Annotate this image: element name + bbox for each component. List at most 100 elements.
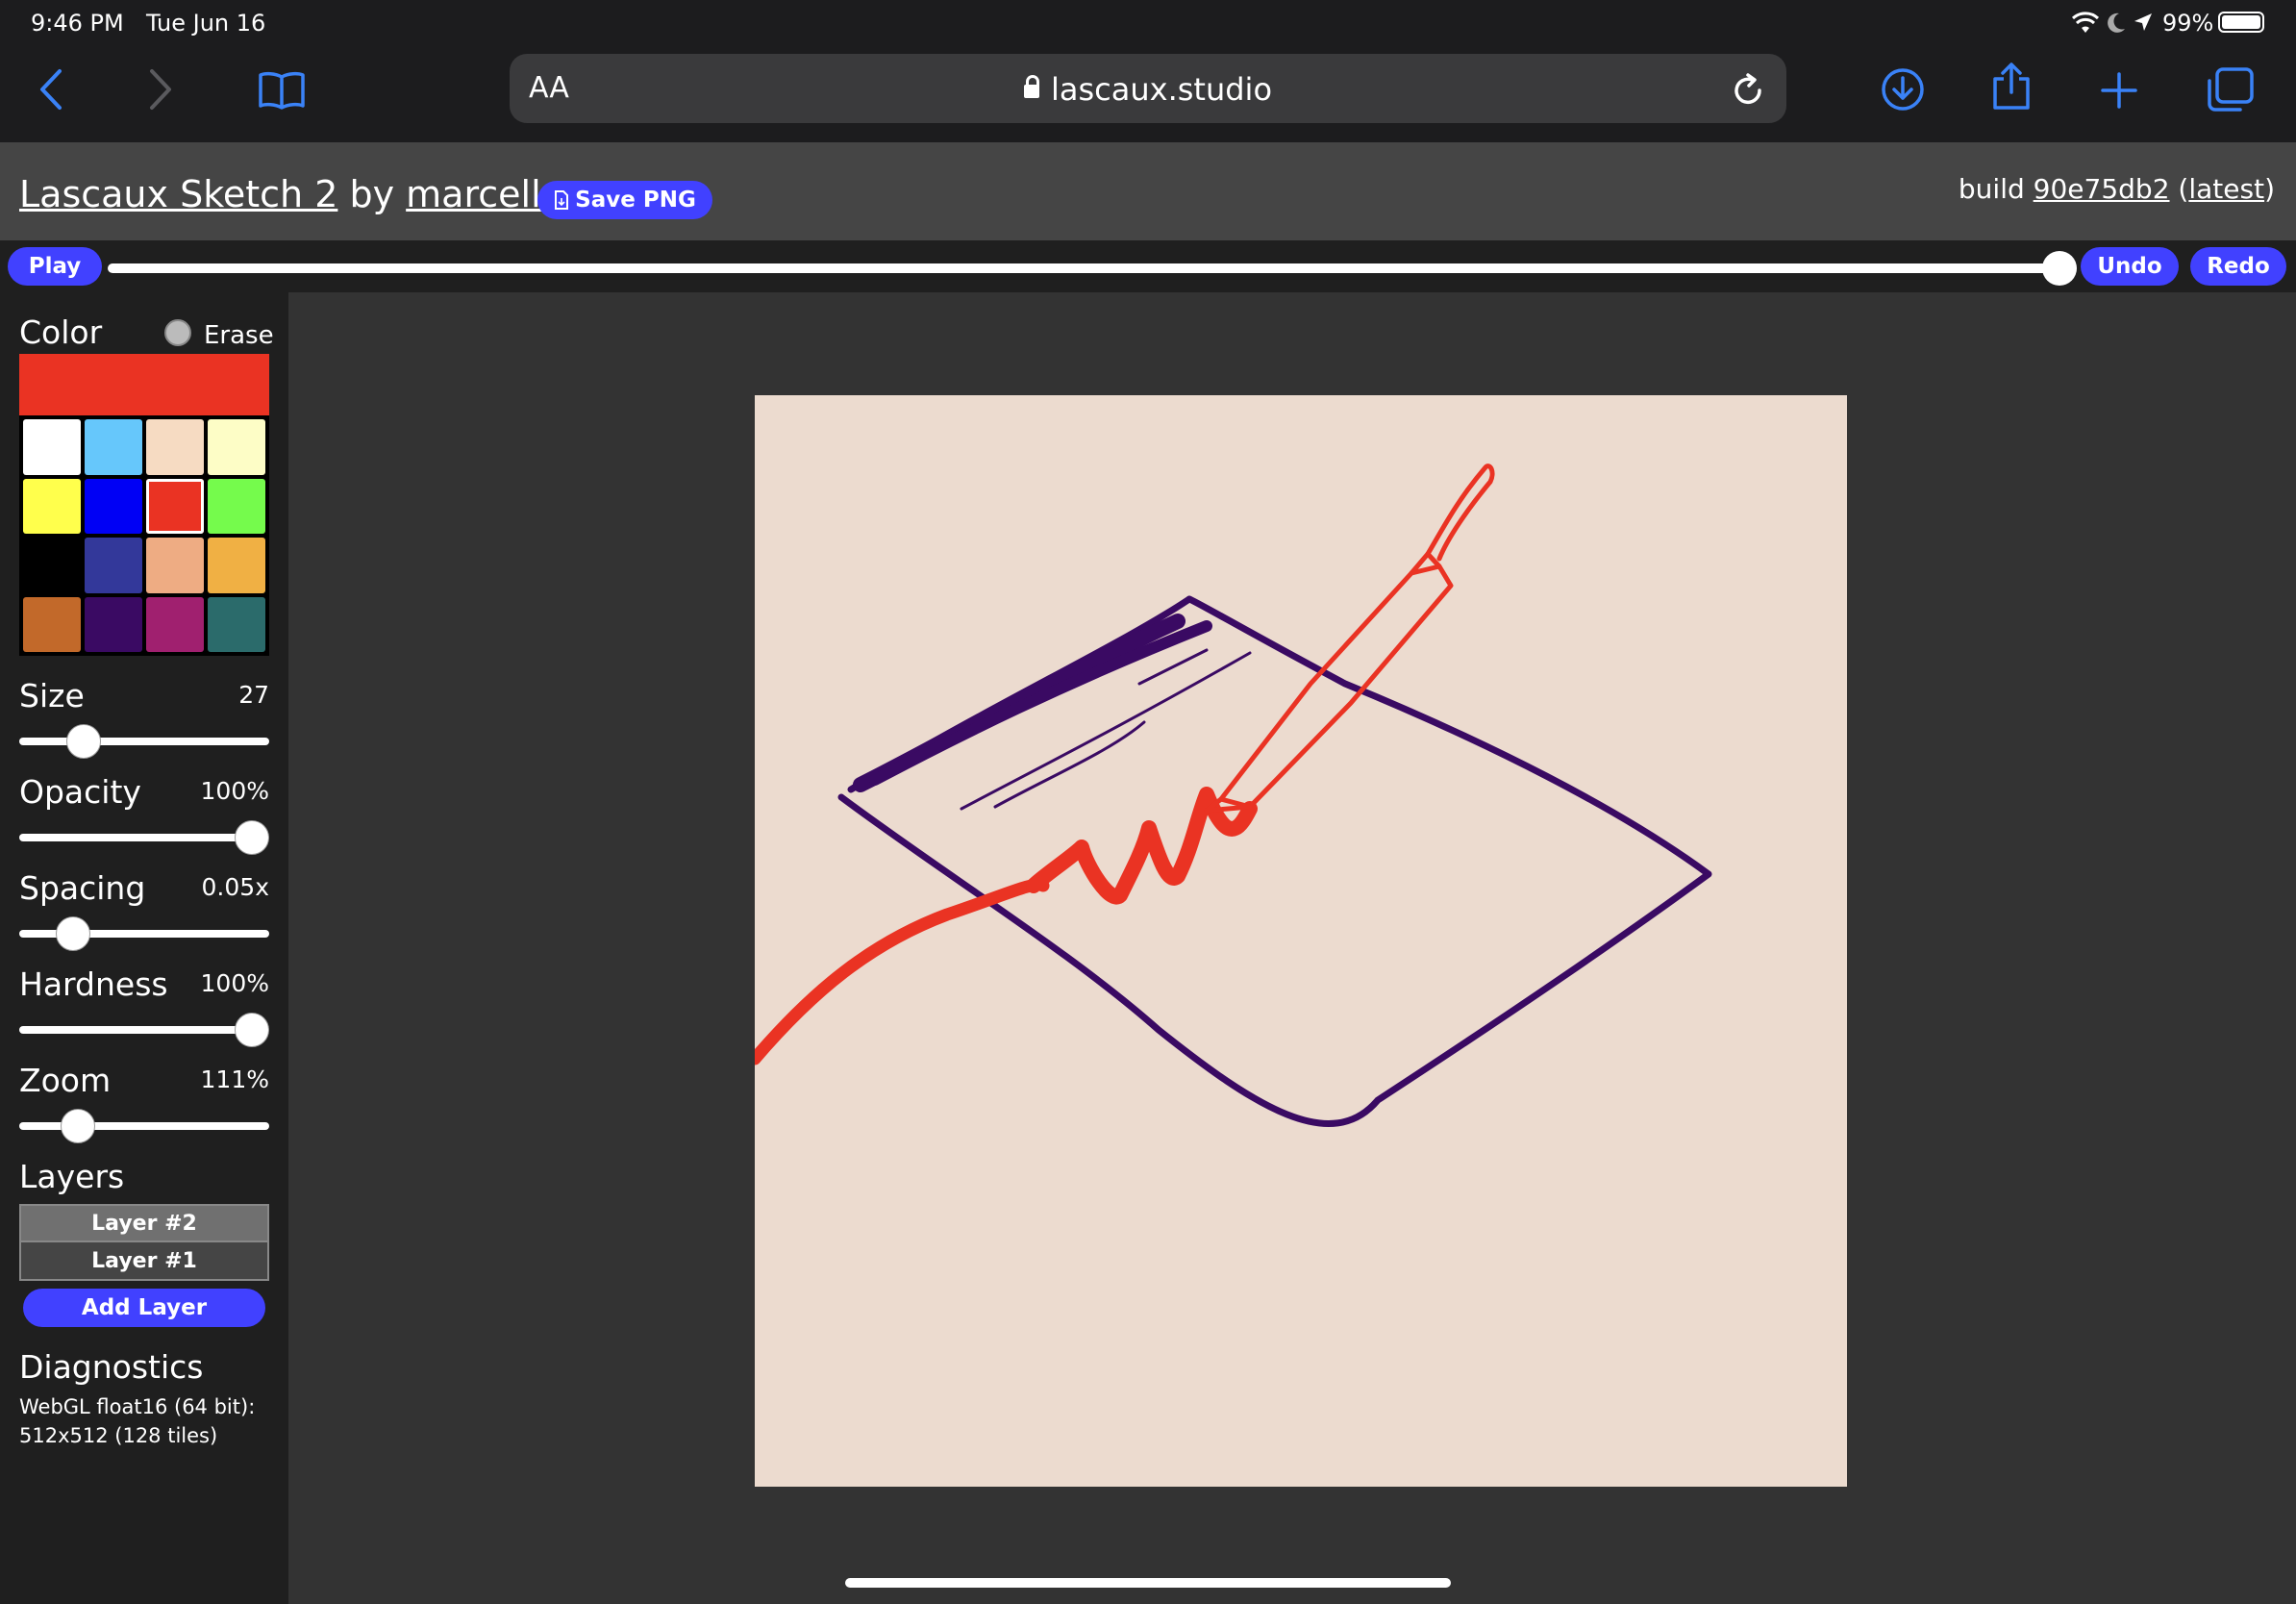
- color-swatch[interactable]: [146, 538, 204, 593]
- hardness-label: Hardness: [19, 965, 168, 1003]
- play-button[interactable]: Play: [8, 247, 102, 286]
- color-swatch[interactable]: [146, 596, 204, 652]
- build-hash-link[interactable]: 90e75db2: [2034, 173, 2170, 205]
- home-indicator: [845, 1578, 1451, 1588]
- opacity-label: Opacity: [19, 773, 141, 811]
- battery-percent: 99%: [2162, 10, 2214, 37]
- color-swatch[interactable]: [208, 419, 265, 475]
- redo-button[interactable]: Redo: [2190, 247, 2286, 286]
- erase-label: Erase: [204, 321, 274, 350]
- save-png-label: Save PNG: [575, 188, 696, 213]
- address-bar[interactable]: AA lascaux.studio: [510, 54, 1786, 123]
- color-label: Color: [19, 313, 103, 351]
- tabs-icon[interactable]: [2206, 65, 2256, 113]
- zoom-slider-knob[interactable]: [60, 1109, 95, 1143]
- reload-icon[interactable]: [1731, 73, 1765, 108]
- size-slider-knob[interactable]: [66, 724, 102, 759]
- zoom-value: 111%: [200, 1065, 269, 1093]
- battery-icon: [2218, 12, 2264, 33]
- url-text: lascaux.studio: [1050, 71, 1273, 108]
- status-bar: 9:46 PM Tue Jun 16 99%: [0, 0, 2296, 46]
- color-swatch[interactable]: [23, 596, 81, 652]
- app-title-link[interactable]: Lascaux Sketch 2: [19, 173, 337, 215]
- browser-toolbar: AA lascaux.studio: [0, 46, 2296, 142]
- color-swatch[interactable]: [23, 538, 81, 593]
- app-header: Lascaux Sketch 2 by marcello Save PNG bu…: [0, 142, 2296, 240]
- sketch-hatch-stroke: [960, 651, 1252, 811]
- color-swatch[interactable]: [85, 419, 142, 475]
- color-swatch[interactable]: [208, 538, 265, 593]
- page-title: Lascaux Sketch 2 by marcello: [19, 173, 563, 215]
- url-display: lascaux.studio: [510, 71, 1786, 108]
- status-time: 9:46 PM: [31, 10, 124, 37]
- download-icon[interactable]: [1881, 67, 1925, 112]
- build-prefix: build: [1958, 173, 2034, 205]
- color-swatch[interactable]: [85, 478, 142, 534]
- lock-icon: [1023, 75, 1039, 98]
- undo-label: Undo: [2097, 254, 2162, 279]
- hardness-slider-knob[interactable]: [235, 1013, 269, 1047]
- color-swatch[interactable]: [208, 596, 265, 652]
- layer-item-2[interactable]: Layer #2: [19, 1204, 269, 1242]
- forward-icon[interactable]: [146, 67, 175, 112]
- hardness-value: 100%: [200, 969, 269, 997]
- timeline-slider-track[interactable]: [108, 263, 2059, 273]
- bookmarks-icon[interactable]: [258, 71, 306, 110]
- color-swatch[interactable]: [23, 478, 81, 534]
- redo-label: Redo: [2207, 254, 2270, 279]
- red-pencil-stroke: [1218, 564, 1454, 810]
- color-swatch[interactable]: [85, 596, 142, 652]
- spacing-slider-knob[interactable]: [56, 916, 91, 951]
- diagnostics-line: WebGL float16 (64 bit):: [19, 1395, 256, 1418]
- hardness-slider-track[interactable]: [19, 1026, 269, 1034]
- timeline-slider-knob[interactable]: [2042, 251, 2077, 286]
- color-palette: [19, 354, 269, 952]
- layer-item-1[interactable]: Layer #1: [19, 1242, 269, 1281]
- size-value: 27: [238, 681, 269, 709]
- spacing-label: Spacing: [19, 869, 146, 907]
- build-open-paren: (: [2169, 173, 2189, 205]
- opacity-slider-track[interactable]: [19, 834, 269, 841]
- latest-link[interactable]: latest: [2188, 173, 2264, 205]
- wifi-icon: [2071, 12, 2100, 33]
- location-icon: [2134, 13, 2152, 31]
- timeline-bar: Play Undo Redo: [0, 240, 2296, 292]
- add-layer-button[interactable]: Add Layer: [23, 1289, 265, 1327]
- layers-label: Layers: [19, 1158, 125, 1195]
- color-swatch[interactable]: [85, 538, 142, 593]
- share-icon[interactable]: [1990, 62, 2033, 112]
- sketch-hatch-stroke: [993, 720, 1146, 809]
- save-png-button[interactable]: Save PNG: [537, 181, 712, 219]
- color-swatch[interactable]: [146, 419, 204, 475]
- swatch-grid: [19, 415, 269, 656]
- sketch-outline-stroke: [837, 595, 1712, 1127]
- zoom-label: Zoom: [19, 1062, 112, 1099]
- layer-name: Layer #2: [91, 1211, 197, 1236]
- back-icon[interactable]: [37, 67, 65, 112]
- zoom-slider-track[interactable]: [19, 1122, 269, 1130]
- undo-button[interactable]: Undo: [2081, 247, 2179, 286]
- build-close-paren: ): [2264, 173, 2275, 205]
- drawing-canvas[interactable]: [748, 395, 1847, 1487]
- erase-checkbox[interactable]: [164, 319, 191, 346]
- build-info: build 90e75db2 (latest): [1959, 173, 2275, 205]
- size-label: Size: [19, 677, 85, 714]
- opacity-slider-knob[interactable]: [235, 820, 269, 855]
- sketch-shading-stroke: [869, 620, 1212, 786]
- canvas-artwork: [748, 464, 1712, 1127]
- status-date: Tue Jun 16: [146, 10, 266, 37]
- diagnostics-label: Diagnostics: [19, 1348, 204, 1386]
- size-slider-track[interactable]: [19, 738, 269, 745]
- title-by: by: [337, 173, 407, 215]
- current-color-preview: [19, 354, 269, 415]
- color-swatch[interactable]: [23, 419, 81, 475]
- opacity-value: 100%: [200, 777, 269, 805]
- color-swatch[interactable]: [146, 478, 204, 534]
- layer-name: Layer #1: [91, 1248, 197, 1273]
- color-swatch[interactable]: [208, 478, 265, 534]
- tool-sidebar: Color Erase Size 27 Opacity 100% Spacing…: [0, 292, 288, 1604]
- new-tab-icon[interactable]: [2100, 71, 2138, 110]
- play-label: Play: [28, 254, 82, 279]
- moon-icon: [2108, 13, 2125, 33]
- spacing-value: 0.05x: [201, 873, 269, 901]
